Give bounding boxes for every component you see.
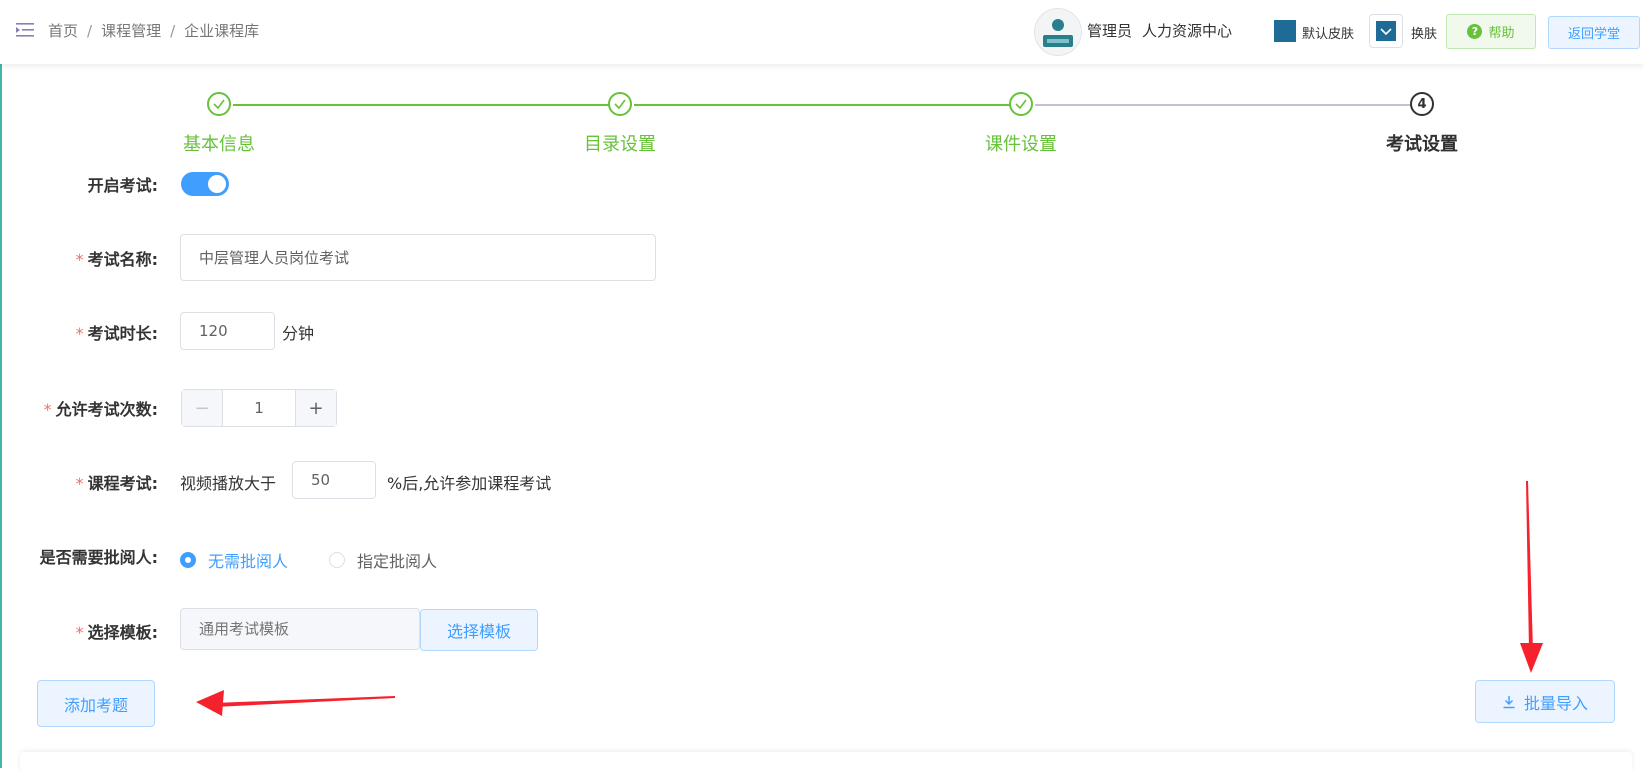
user-role: 管理员	[1087, 22, 1133, 40]
top-header: 首页 / 课程管理 / 企业课程库 管理员 人力资源中心 默认皮肤 换肤 ? 帮助 返回…	[0, 0, 1644, 64]
step-connector-3	[1035, 104, 1412, 106]
department-name: 人力资源中心	[1142, 22, 1233, 40]
template-label: * 选择模板:	[75, 623, 158, 642]
enable-exam-label: 开启考试:	[87, 176, 158, 195]
course-exam-suffix: %后,允许参加课程考试	[387, 474, 552, 493]
question-icon: ?	[1467, 24, 1483, 39]
batch-import-button[interactable]: 批量导入	[1475, 680, 1615, 723]
step-2-circle	[608, 92, 632, 116]
left-accent-strip	[0, 0, 2, 768]
user-avatar-icon	[1043, 19, 1073, 47]
increase-button[interactable]: +	[295, 390, 336, 426]
template-input	[180, 608, 420, 650]
step-4-circle: 4	[1410, 92, 1434, 116]
add-question-button[interactable]: 添加考题	[37, 680, 155, 727]
batch-import-label: 批量导入	[1523, 693, 1588, 713]
question-list-card	[20, 752, 1632, 772]
download-icon	[1503, 695, 1515, 708]
radio-dot-unchecked	[329, 552, 345, 568]
radio-no-reviewer[interactable]: 无需批阅人	[180, 548, 288, 572]
help-label: 帮助	[1488, 26, 1515, 41]
attempts-value[interactable]: 1	[223, 390, 295, 426]
step-connector-1	[233, 104, 610, 106]
select-template-button[interactable]: 选择模板	[420, 609, 538, 651]
add-question-label: 添加考题	[63, 695, 128, 715]
video-percent-input[interactable]	[292, 461, 376, 499]
radio-dot-checked	[180, 552, 196, 568]
radio-no-reviewer-label: 无需批阅人	[208, 552, 289, 571]
course-exam-prefix: 视频播放大于	[180, 474, 277, 493]
step-label-courseware: 课件设置	[985, 134, 1057, 155]
return-label: 返回学堂	[1567, 27, 1620, 42]
enable-exam-switch[interactable]	[181, 172, 229, 196]
change-skin-link[interactable]: 换肤	[1411, 23, 1437, 42]
breadcrumb: 首页 / 课程管理 / 企业课程库	[48, 22, 260, 40]
avatar[interactable]	[1034, 8, 1082, 56]
breadcrumb-course-management[interactable]: 课程管理	[101, 22, 161, 40]
exam-name-input[interactable]	[180, 234, 656, 281]
step-label-basic-info: 基本信息	[183, 134, 255, 155]
skin-label: 默认皮肤	[1302, 27, 1355, 42]
duration-unit: 分钟	[282, 324, 315, 343]
skin-select-dropdown[interactable]	[1369, 14, 1403, 48]
exam-duration-label: * 考试时长:	[75, 324, 158, 343]
step-1-circle	[207, 92, 231, 116]
exam-duration-input[interactable]	[180, 312, 275, 350]
breadcrumb-enterprise-library: 企业课程库	[184, 22, 260, 40]
attempts-label: * 允许考试次数:	[43, 400, 158, 419]
select-template-label: 选择模板	[446, 622, 511, 641]
decrease-button[interactable]: −	[182, 390, 223, 426]
step-label-catalog: 目录设置	[584, 134, 656, 155]
step-connector-2	[634, 104, 1011, 106]
chevron-down-icon	[1380, 28, 1392, 36]
check-icon	[213, 99, 225, 110]
radio-assign-reviewer-label: 指定批阅人	[357, 552, 438, 571]
skin-color-swatch	[1274, 20, 1296, 42]
step-label-exam: 考试设置	[1386, 134, 1458, 155]
breadcrumb-home[interactable]: 首页	[48, 22, 78, 40]
check-icon	[614, 99, 626, 110]
menu-fold-icon[interactable]	[16, 22, 34, 38]
step-4-number: 4	[1417, 96, 1427, 112]
annotation-arrows	[196, 481, 1543, 716]
check-icon	[1015, 99, 1027, 110]
arrow-down-annotation	[1520, 481, 1543, 673]
attempts-stepper: − 1 +	[181, 389, 337, 427]
course-exam-label: * 课程考试:	[75, 474, 158, 493]
step-3-circle	[1009, 92, 1033, 116]
radio-assign-reviewer[interactable]: 指定批阅人	[329, 548, 437, 572]
exam-name-label: * 考试名称:	[75, 250, 158, 269]
help-button[interactable]: ? 帮助	[1446, 14, 1536, 49]
return-button[interactable]: 返回学堂	[1548, 16, 1640, 49]
arrow-left-annotation	[196, 690, 395, 716]
reviewer-label: 是否需要批阅人:	[39, 548, 158, 567]
